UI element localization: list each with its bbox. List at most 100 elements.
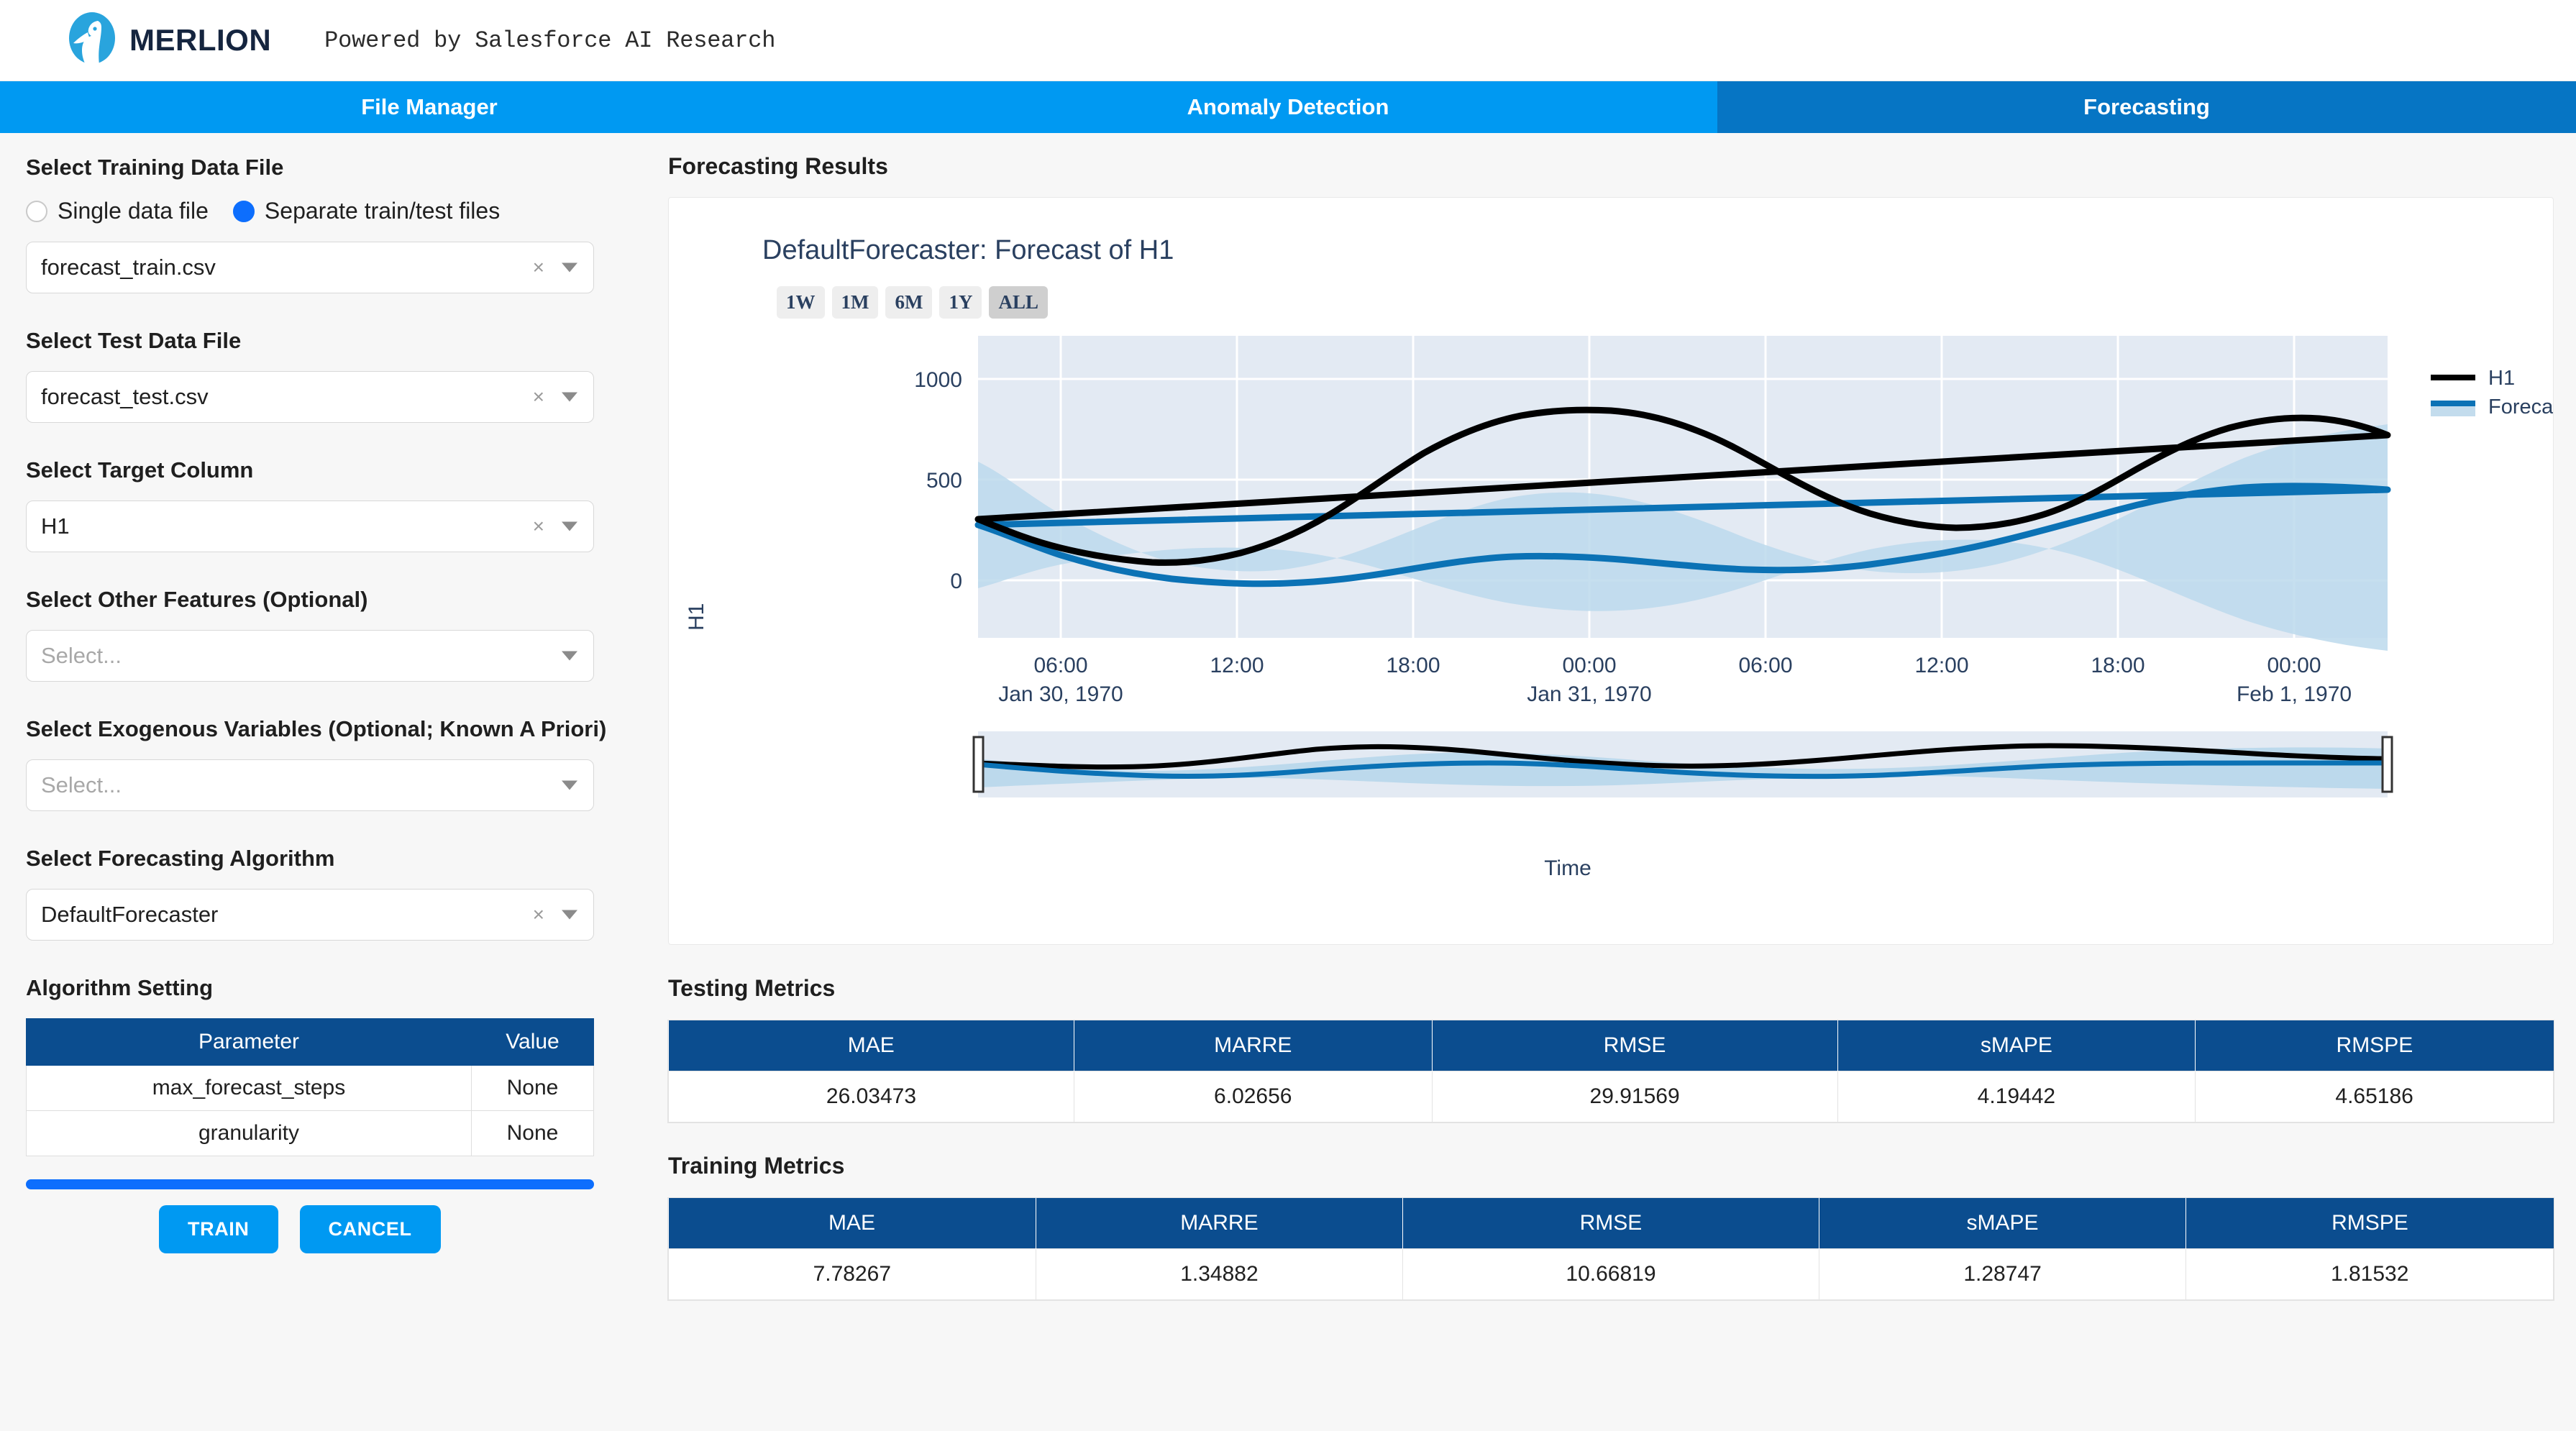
- target-column-select[interactable]: H1 ×: [26, 500, 594, 552]
- cell-rmse: 10.66819: [1402, 1248, 1819, 1300]
- cell-parameter-value[interactable]: None: [471, 1110, 594, 1156]
- column-header-mae: MAE: [668, 1020, 1074, 1071]
- y-tick-labels: 1000 500 0: [914, 368, 962, 593]
- chart-title: DefaultForecaster: Forecast of H1: [762, 235, 1174, 265]
- chevron-down-icon[interactable]: [562, 262, 577, 273]
- label-exogenous-variables: Select Exogenous Variables (Optional; Kn…: [26, 716, 607, 741]
- chevron-down-icon[interactable]: [562, 910, 577, 920]
- algorithm-value: DefaultForecaster: [41, 902, 219, 927]
- chevron-down-icon[interactable]: [562, 392, 577, 402]
- cell-smape: 1.28747: [1818, 1248, 2187, 1300]
- range-button-1y[interactable]: 1Y: [939, 286, 982, 319]
- chevron-down-icon[interactable]: [562, 780, 577, 790]
- svg-text:Jan 31, 1970: Jan 31, 1970: [1527, 682, 1651, 706]
- testing-metrics-title: Testing Metrics: [668, 975, 836, 1001]
- cell-rmse: 29.91569: [1431, 1071, 1838, 1123]
- train-button[interactable]: TRAIN: [159, 1205, 278, 1253]
- svg-text:12:00: 12:00: [1914, 654, 1968, 677]
- label-other-features: Select Other Features (Optional): [26, 587, 368, 612]
- range-button-6m[interactable]: 6M: [885, 286, 933, 319]
- action-buttons: TRAIN CANCEL: [26, 1205, 616, 1253]
- radio-single-label: Single data file: [58, 198, 209, 224]
- radio-separate-label: Separate train/test files: [264, 198, 501, 224]
- training-progress-bar: [26, 1179, 594, 1189]
- tab-file-manager[interactable]: File Manager: [0, 81, 859, 133]
- radio-single-data-file[interactable]: Single data file: [26, 198, 209, 224]
- radio-unchecked-icon: [26, 200, 47, 222]
- cell-rmspe: 1.81532: [2186, 1248, 2554, 1300]
- clear-icon[interactable]: ×: [533, 905, 544, 925]
- legend-swatch-forecast-band: [2431, 406, 2475, 416]
- svg-text:18:00: 18:00: [2091, 654, 2145, 677]
- column-header-marre: MARRE: [1036, 1198, 1404, 1249]
- exogenous-placeholder: Select...: [41, 772, 122, 797]
- plot-area: H1 1000 500 0 H1 Foreca 06:00 12:00 18:0…: [669, 329, 2553, 881]
- column-header-marre: MARRE: [1074, 1020, 1433, 1071]
- cell-mae: 26.03473: [668, 1071, 1074, 1123]
- forecasting-algorithm-select[interactable]: DefaultForecaster ×: [26, 889, 594, 941]
- y-axis-title: H1: [685, 603, 708, 631]
- table-header-row: MAE MARRE RMSE sMAPE RMSPE: [668, 1198, 2554, 1249]
- cancel-button[interactable]: CANCEL: [299, 1205, 441, 1253]
- chart-legend: H1 Forecast: [2431, 367, 2553, 419]
- radio-checked-icon: [232, 200, 255, 222]
- range-slider: [972, 731, 2393, 797]
- exogenous-variables-select[interactable]: Select...: [26, 759, 594, 811]
- training-mode-radio-group: Single data file Separate train/test fil…: [26, 198, 616, 224]
- cell-marre: 1.34882: [1035, 1248, 1404, 1300]
- column-header-smape: sMAPE: [1837, 1020, 2196, 1071]
- column-header-smape: sMAPE: [1819, 1198, 2187, 1249]
- legend-swatch-forecast-line: [2431, 401, 2475, 406]
- training-file-select[interactable]: forecast_train.csv ×: [26, 242, 594, 293]
- svg-text:00:00: 00:00: [1562, 654, 1616, 677]
- svg-text:12:00: 12:00: [1210, 654, 1264, 677]
- clear-icon[interactable]: ×: [533, 387, 544, 407]
- clear-icon[interactable]: ×: [533, 257, 544, 278]
- svg-text:06:00: 06:00: [1033, 654, 1087, 677]
- other-features-placeholder: Select...: [41, 643, 122, 668]
- column-header-rmse: RMSE: [1402, 1198, 1819, 1249]
- cell-smape: 4.19442: [1837, 1071, 2196, 1123]
- cell-parameter-name: max_forecast_steps: [26, 1065, 472, 1111]
- merlion-lion-icon: [69, 12, 115, 65]
- column-header-mae: MAE: [668, 1198, 1036, 1249]
- brand-tagline: Powered by Salesforce AI Research: [324, 27, 776, 54]
- svg-text:00:00: 00:00: [2267, 654, 2321, 677]
- config-sidebar: Select Training Data File Single data fi…: [0, 133, 642, 1431]
- clear-icon[interactable]: ×: [533, 516, 544, 536]
- other-features-select[interactable]: Select...: [26, 630, 594, 682]
- range-button-1m[interactable]: 1M: [831, 286, 879, 319]
- test-file-select[interactable]: forecast_test.csv ×: [26, 371, 594, 423]
- column-header-rmspe: RMSPE: [2195, 1020, 2554, 1071]
- table-header-row: MAE MARRE RMSE sMAPE RMSPE: [668, 1020, 2554, 1071]
- forecast-chart-card: DefaultForecaster: Forecast of H1 1W 1M …: [668, 197, 2554, 945]
- column-header-rmse: RMSE: [1432, 1020, 1838, 1071]
- table-row: granularity None: [26, 1110, 594, 1156]
- svg-text:Feb 1, 1970: Feb 1, 1970: [2237, 682, 2352, 706]
- radio-separate-train-test-files[interactable]: Separate train/test files: [232, 198, 501, 224]
- forecast-plot-svg[interactable]: 1000 500 0 H1 Foreca 06:00 12:00 18:00 0…: [669, 329, 2553, 832]
- legend-label-forecast: Forecast: [2488, 396, 2553, 419]
- chevron-down-icon[interactable]: [562, 651, 577, 661]
- brand-name: MERLION: [129, 23, 272, 57]
- table-row: 7.78267 1.34882 10.66819 1.28747 1.81532: [668, 1248, 2554, 1300]
- tab-anomaly-detection[interactable]: Anomaly Detection: [859, 81, 1717, 133]
- cell-parameter-name: granularity: [26, 1110, 472, 1156]
- chevron-down-icon[interactable]: [562, 521, 577, 531]
- label-training-data-file: Select Training Data File: [26, 155, 284, 180]
- svg-text:0: 0: [950, 570, 962, 593]
- tab-forecasting[interactable]: Forecasting: [1717, 81, 2576, 133]
- forecasting-results-title: Forecasting Results: [668, 153, 888, 179]
- legend-label-h1: H1: [2488, 367, 2515, 390]
- range-button-1w[interactable]: 1W: [777, 286, 825, 319]
- range-slider-handle-left: [972, 736, 985, 793]
- training-metrics-table: MAE MARRE RMSE sMAPE RMSPE 7.78267 1.348…: [668, 1198, 2554, 1300]
- target-column-value: H1: [41, 513, 70, 539]
- label-forecasting-algorithm: Select Forecasting Algorithm: [26, 846, 335, 871]
- cell-marre: 6.02656: [1073, 1071, 1433, 1123]
- cell-parameter-value[interactable]: None: [471, 1065, 594, 1111]
- training-metrics-title: Training Metrics: [668, 1153, 845, 1179]
- range-selector: 1W 1M 6M 1Y ALL: [669, 266, 2553, 319]
- range-button-all[interactable]: ALL: [989, 286, 1048, 319]
- range-slider-handle-right: [2381, 736, 2393, 793]
